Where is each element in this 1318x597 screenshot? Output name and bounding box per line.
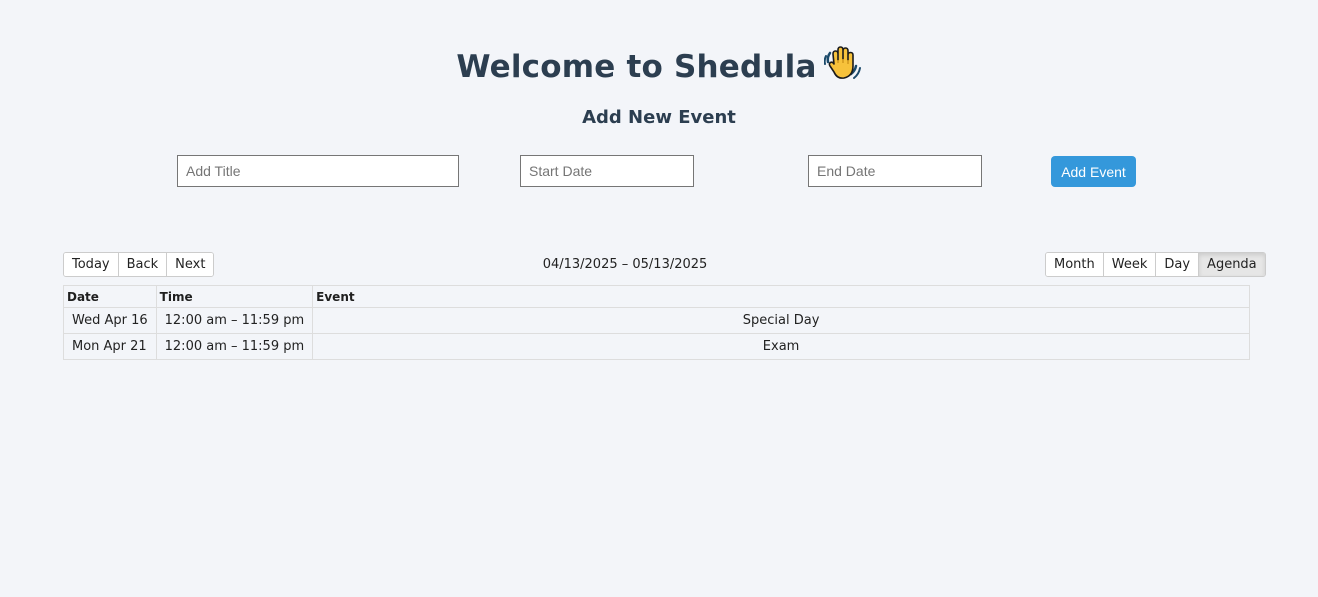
add-event-button[interactable]: Add Event	[1051, 156, 1136, 187]
event-date: Mon Apr 21	[64, 333, 157, 359]
event-date: Wed Apr 16	[64, 307, 157, 334]
table-row: Mon Apr 21 12:00 am – 11:59 pm Exam	[64, 333, 1249, 359]
waving-hand-icon	[823, 44, 862, 86]
agenda-header-row: Date Time Event	[64, 286, 1249, 308]
title-input[interactable]	[177, 155, 459, 187]
add-event-heading: Add New Event	[582, 107, 736, 128]
start-date-input[interactable]	[520, 155, 694, 187]
end-date-input[interactable]	[808, 155, 982, 187]
time-column-header: Time	[155, 286, 313, 308]
event-title[interactable]: Exam	[312, 333, 1249, 359]
date-column-header: Date	[64, 286, 157, 308]
month-view-button[interactable]: Month	[1046, 253, 1104, 276]
event-column-header: Event	[312, 286, 1249, 308]
event-time: 12:00 am – 11:59 pm	[155, 307, 313, 334]
week-view-button[interactable]: Week	[1103, 253, 1157, 276]
page-title: Welcome to Shedula	[456, 49, 817, 85]
event-title[interactable]: Special Day	[312, 307, 1249, 334]
header: Welcome to Shedula	[0, 46, 1318, 86]
view-button-group: Month Week Day Agenda	[1045, 252, 1266, 277]
agenda-view-button[interactable]: Agenda	[1199, 253, 1265, 276]
table-row: Wed Apr 16 12:00 am – 11:59 pm Special D…	[64, 307, 1249, 334]
day-view-button[interactable]: Day	[1156, 253, 1200, 276]
agenda-table: Date Time Event Wed Apr 16 12:00 am – 11…	[63, 285, 1250, 360]
event-time: 12:00 am – 11:59 pm	[155, 333, 313, 359]
